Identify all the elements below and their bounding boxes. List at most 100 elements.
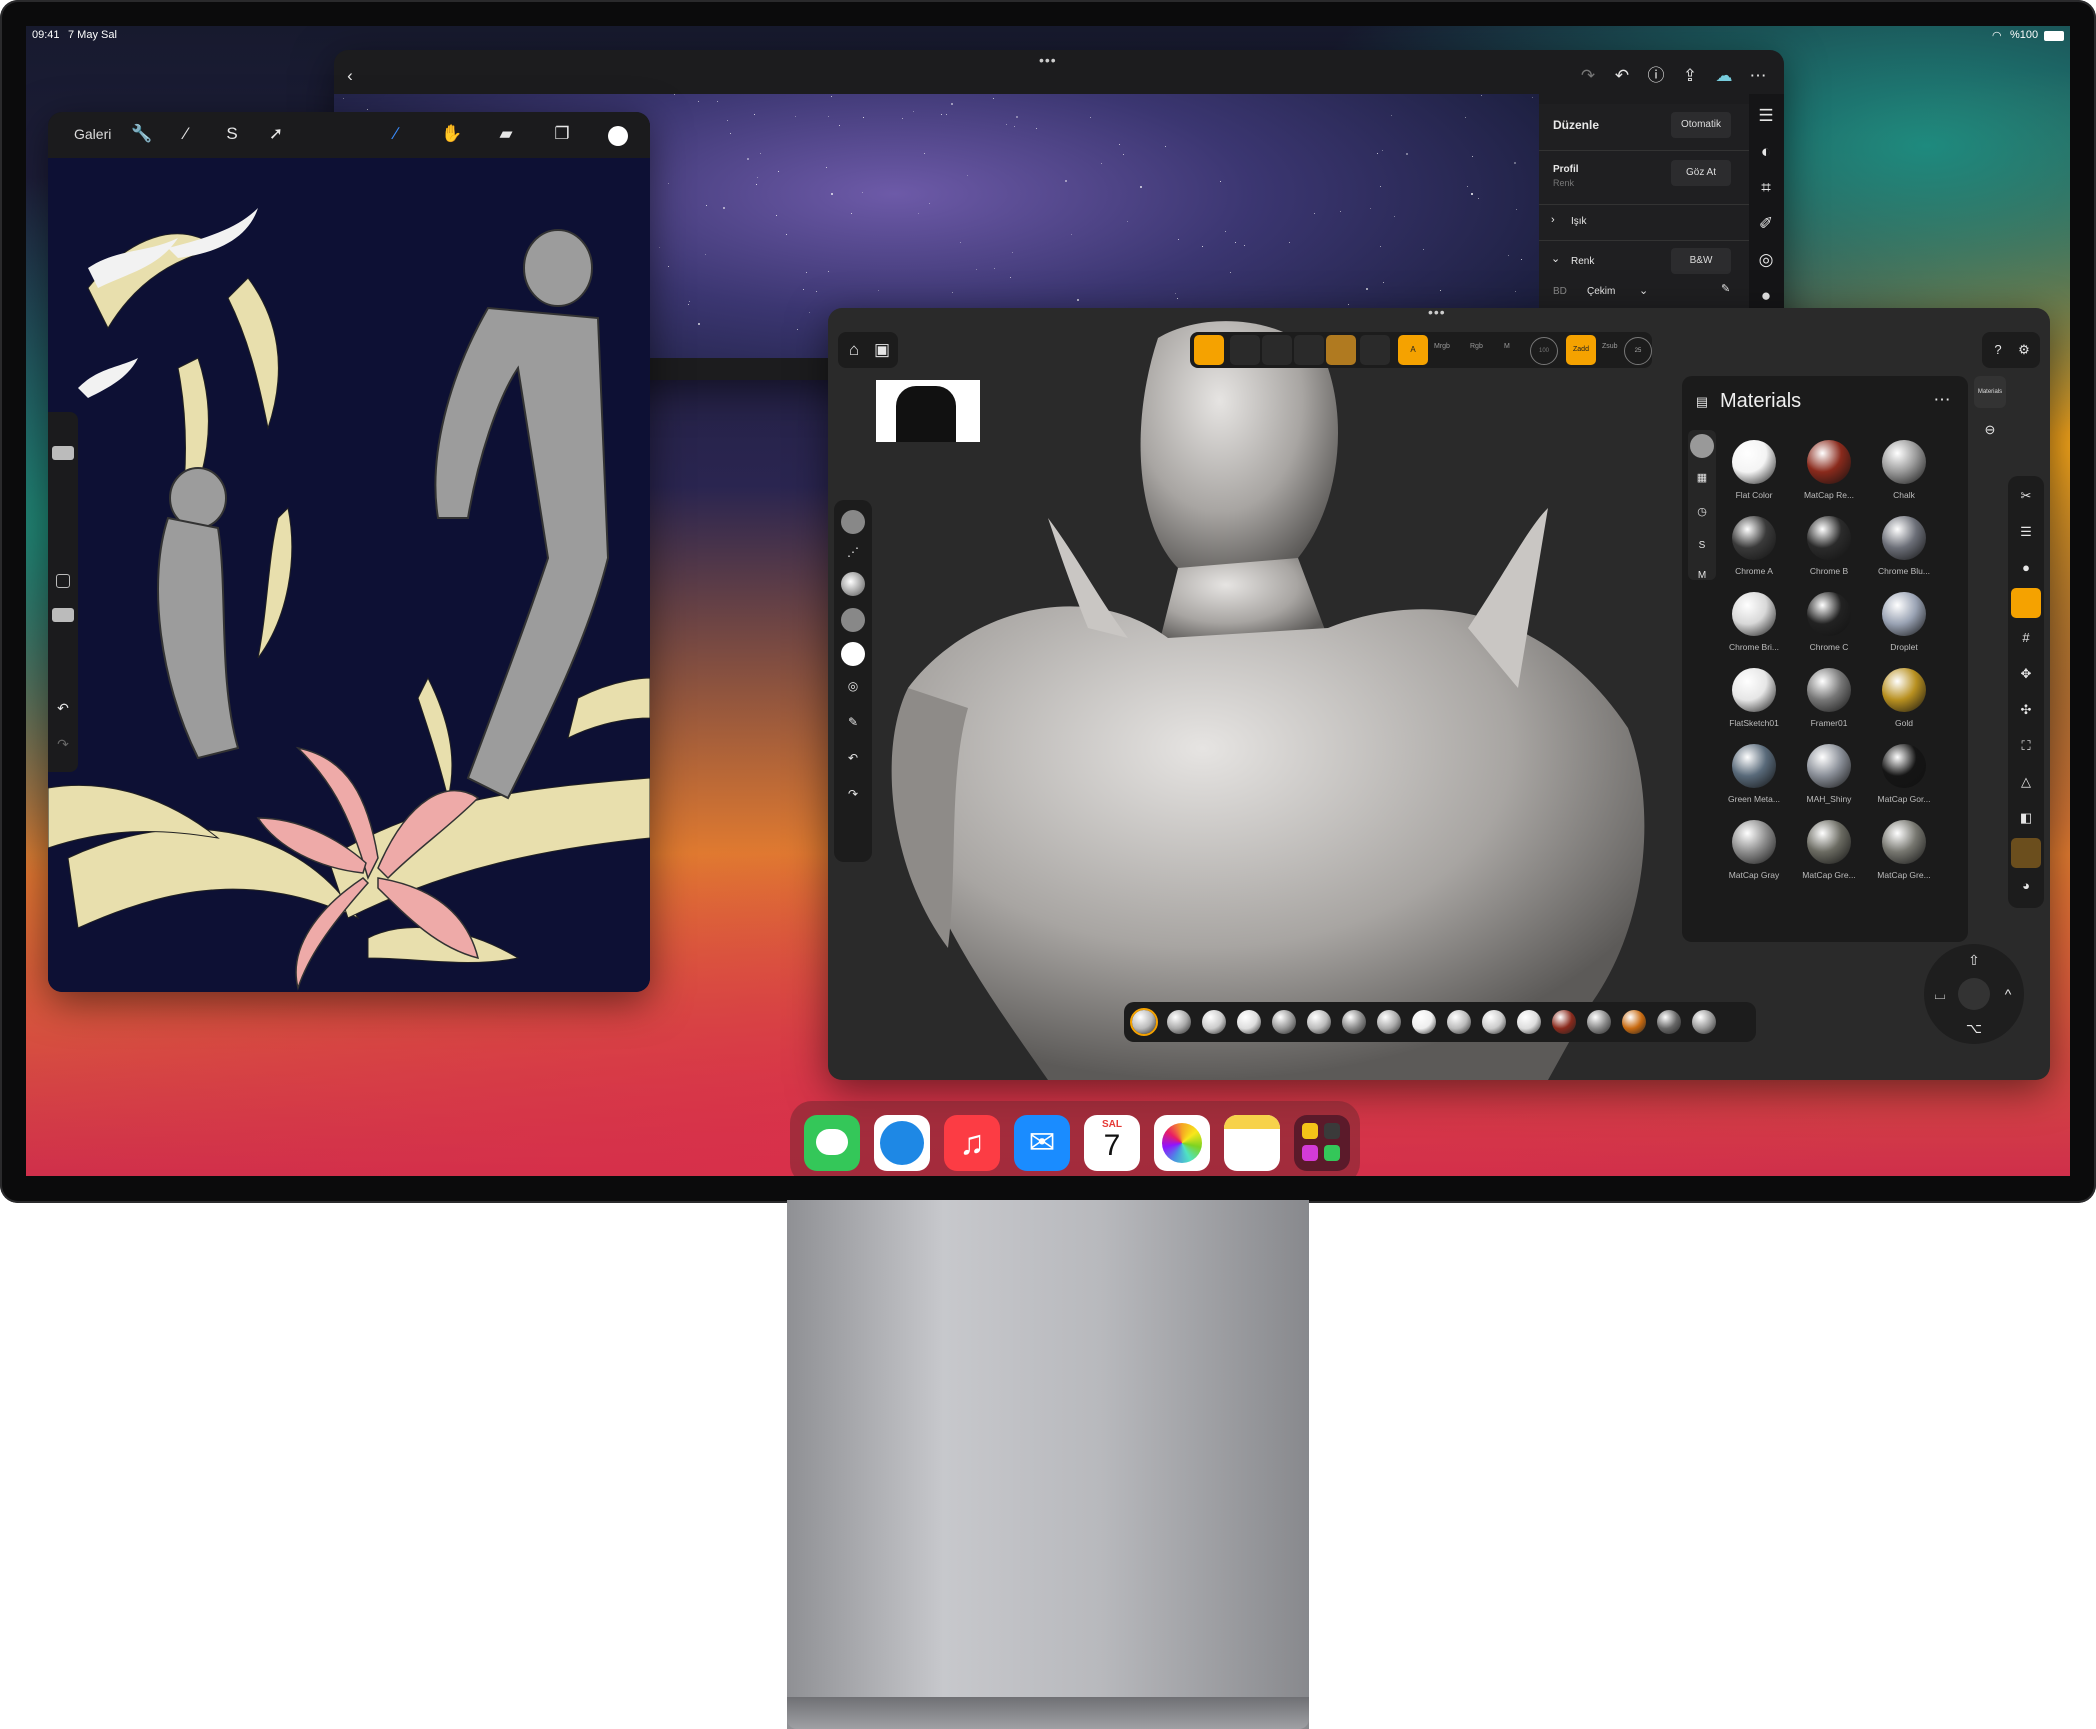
stroke-dots-icon[interactable]: ⋰: [841, 540, 865, 564]
caret-up-icon[interactable]: ^: [1996, 982, 2020, 1006]
magic-wand-icon[interactable]: ⁄: [174, 122, 198, 146]
alpha-button[interactable]: A: [1398, 335, 1428, 365]
material-tool-button[interactable]: [1360, 335, 1390, 365]
material-item[interactable]: Chrome Blu...: [1874, 516, 1934, 576]
brush-preset[interactable]: [1517, 1010, 1541, 1034]
wrench-icon[interactable]: 🔧: [130, 122, 154, 146]
material-item[interactable]: MatCap Gray: [1724, 820, 1784, 880]
share-icon[interactable]: ⇪: [1678, 64, 1702, 88]
brush-preset[interactable]: [1447, 1010, 1471, 1034]
notes-icon[interactable]: [1224, 1115, 1280, 1171]
brush-preset[interactable]: [1237, 1010, 1261, 1034]
material-item[interactable]: Framer01: [1799, 668, 1859, 728]
window-grabber[interactable]: •••: [1039, 52, 1057, 68]
settings-gear-icon[interactable]: ⚙: [2012, 338, 2036, 362]
chevron-down-icon[interactable]: ⌄: [1551, 252, 1560, 265]
layers-icon[interactable]: ❐: [550, 122, 574, 146]
undo-icon[interactable]: ↶: [1610, 64, 1634, 88]
m-toggle[interactable]: M: [1504, 343, 1510, 350]
photos-icon[interactable]: [1154, 1115, 1210, 1171]
selection-icon[interactable]: S: [220, 122, 244, 146]
modify-button[interactable]: [56, 574, 70, 588]
auto-button[interactable]: Otomatik: [1671, 112, 1731, 138]
brush-preset[interactable]: [1202, 1010, 1226, 1034]
active-grid-tool-button[interactable]: [2011, 588, 2041, 618]
brush-preset[interactable]: [1692, 1010, 1716, 1034]
reference-thumbnail[interactable]: [876, 380, 980, 442]
save-icon[interactable]: ▣: [870, 338, 894, 362]
material-item[interactable]: MatCap Re...: [1799, 440, 1859, 500]
tab-grid-icon[interactable]: ▦: [1690, 466, 1714, 490]
back-chevron-icon[interactable]: ‹: [338, 64, 362, 88]
opacity-slider[interactable]: [52, 608, 74, 622]
brush-size-slider[interactable]: [52, 446, 74, 460]
perspective-icon[interactable]: △: [2014, 770, 2038, 794]
material-item[interactable]: MatCap Gor...: [1874, 744, 1934, 804]
option-key-icon[interactable]: ⌥: [1962, 1016, 1986, 1040]
zsub-toggle[interactable]: Zsub: [1602, 343, 1618, 350]
home-icon[interactable]: ⌂: [842, 338, 866, 362]
intensity-sphere[interactable]: [841, 608, 865, 632]
redo-icon[interactable]: ↷: [51, 732, 75, 756]
material-item[interactable]: Chalk: [1874, 440, 1934, 500]
grid-icon[interactable]: #: [2014, 626, 2038, 650]
tag-tool-button[interactable]: [1294, 335, 1324, 365]
nav-center-button[interactable]: [1958, 978, 1990, 1010]
gallery-button[interactable]: Galeri: [74, 126, 111, 142]
eraser-icon[interactable]: ▰: [494, 122, 518, 146]
wireframe-icon[interactable]: ◧: [2014, 806, 2038, 830]
sphere-tool-icon[interactable]: ●: [2014, 556, 2038, 580]
ctrl-key-icon[interactable]: ⌴: [1928, 982, 1952, 1006]
brush-preset[interactable]: [1482, 1010, 1506, 1034]
brush-preview-sphere[interactable]: [841, 510, 865, 534]
material-item[interactable]: FlatSketch01: [1724, 668, 1784, 728]
brush-preset[interactable]: [1587, 1010, 1611, 1034]
brush-preset[interactable]: [1307, 1010, 1331, 1034]
symmetry-tool-button[interactable]: [1262, 335, 1292, 365]
artwork-canvas[interactable]: [48, 158, 650, 992]
brush-preset[interactable]: [1342, 1010, 1366, 1034]
lighting-icon[interactable]: ◕: [2014, 874, 2038, 898]
material-item[interactable]: Gold: [1874, 668, 1934, 728]
gizmo-icon[interactable]: ✣: [2014, 698, 2038, 722]
brush-mask-icon[interactable]: ✐: [1754, 212, 1778, 236]
materials-side-button[interactable]: Materials: [1974, 376, 2006, 408]
focus-icon[interactable]: ⛶: [2014, 734, 2038, 758]
material-item[interactable]: Green Meta...: [1724, 744, 1784, 804]
more-icon[interactable]: ⋯: [1930, 388, 1954, 412]
brush-icon[interactable]: ∕: [384, 122, 408, 146]
adjust-sliders-icon[interactable]: ☰: [1754, 104, 1778, 128]
material-item[interactable]: Chrome A: [1724, 516, 1784, 576]
list-icon[interactable]: ☰: [2014, 520, 2038, 544]
chevron-down-icon[interactable]: ⌄: [1639, 284, 1648, 297]
transform-arrow-icon[interactable]: ➚: [264, 122, 288, 146]
cloud-sync-icon[interactable]: ☁: [1712, 64, 1736, 88]
brush-preset[interactable]: [1167, 1010, 1191, 1034]
light-section[interactable]: Işık: [1571, 216, 1587, 227]
healing-icon[interactable]: ◐: [1754, 140, 1778, 164]
material-item[interactable]: Chrome Bri...: [1724, 592, 1784, 652]
material-item[interactable]: Chrome B: [1799, 516, 1859, 576]
radial-icon[interactable]: ◎: [1754, 248, 1778, 272]
zadd-button[interactable]: Zadd: [1566, 335, 1596, 365]
matcap-swatch[interactable]: [2011, 838, 2041, 868]
eyedropper-icon[interactable]: ✎: [1721, 282, 1730, 295]
bw-button[interactable]: B&W: [1671, 248, 1731, 274]
drop-icon[interactable]: ●: [1754, 284, 1778, 308]
panel-toggle-icon[interactable]: ▤: [1692, 390, 1712, 414]
crop-icon[interactable]: ⌗: [1754, 176, 1778, 200]
help-icon[interactable]: ?: [1986, 338, 2010, 362]
pressure-icon[interactable]: ◎: [841, 674, 865, 698]
tab-sphere-icon[interactable]: [1690, 434, 1714, 458]
chevron-right-icon[interactable]: ›: [1551, 214, 1555, 226]
redo-icon[interactable]: ↷: [841, 782, 865, 806]
options-icon[interactable]: ⊖: [1978, 418, 2002, 442]
undo-icon[interactable]: ↶: [51, 696, 75, 720]
color-icon[interactable]: [608, 126, 628, 146]
messages-icon[interactable]: [804, 1115, 860, 1171]
brush-preset[interactable]: [1272, 1010, 1296, 1034]
rgb-toggle[interactable]: Rgb: [1470, 343, 1483, 350]
tab-s-icon[interactable]: S: [1690, 534, 1714, 558]
material-item[interactable]: Droplet: [1874, 592, 1934, 652]
wb-select[interactable]: Çekim: [1587, 286, 1615, 297]
